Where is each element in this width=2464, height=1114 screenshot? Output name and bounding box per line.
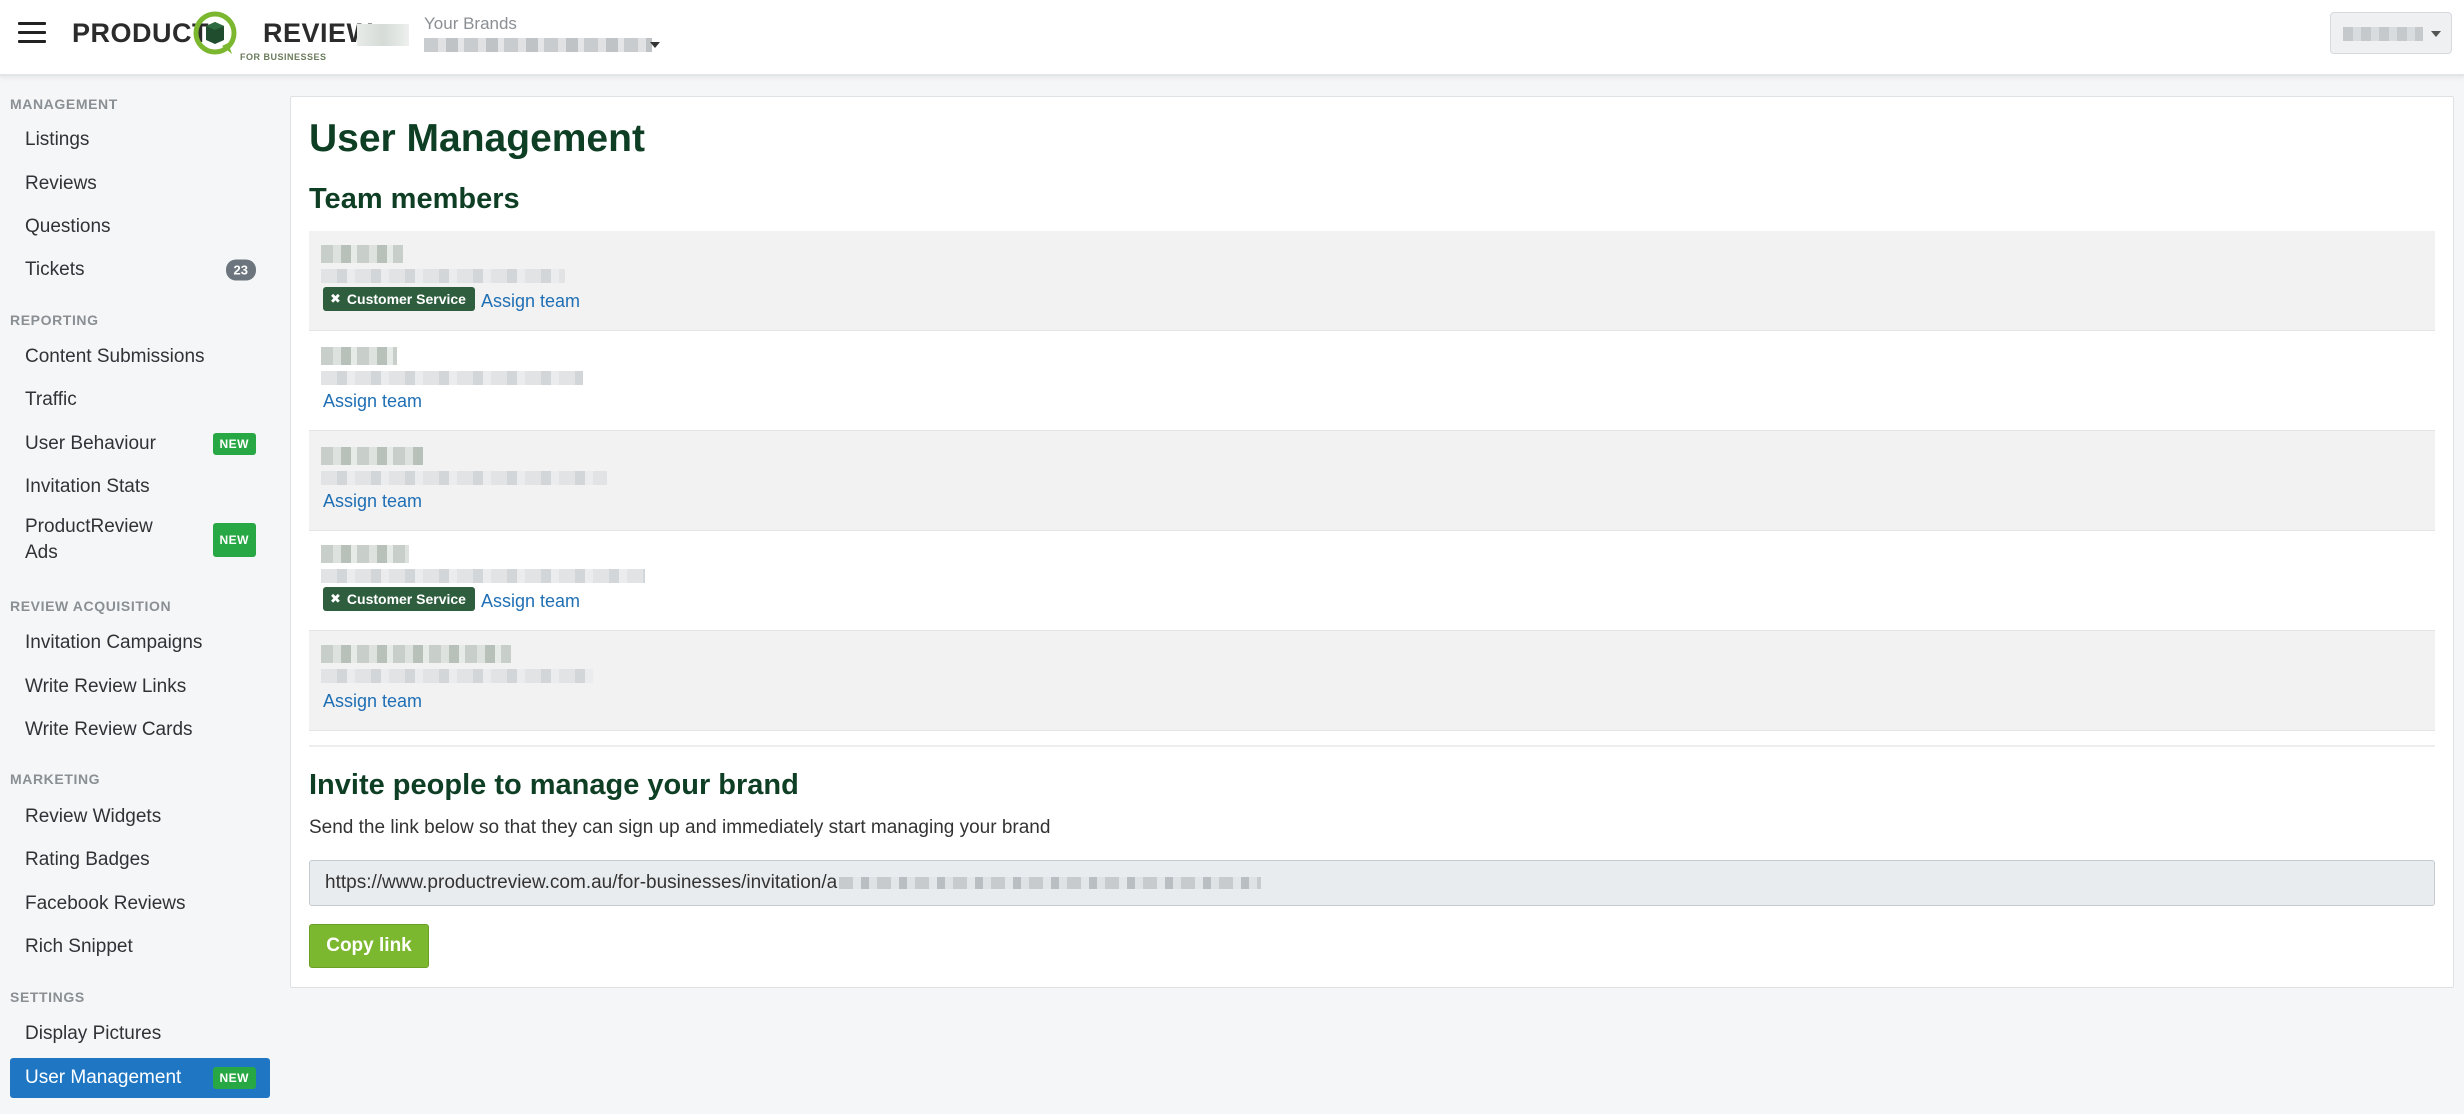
team-members-heading: Team members — [309, 183, 520, 215]
new-badge: NEW — [212, 523, 256, 557]
sidebar-item-label: User Behaviour — [25, 433, 156, 454]
member-email-blurred — [321, 569, 645, 583]
sidebar-item-reviews[interactable]: Reviews — [10, 164, 270, 204]
member-name-blurred — [321, 347, 397, 365]
brands-label: Your Brands — [424, 14, 517, 33]
member-email-blurred — [321, 269, 565, 283]
hamburger-menu-icon[interactable] — [18, 22, 46, 44]
sidebar-nav: MANAGEMENT Listings Reviews Questions Ti… — [0, 78, 280, 1114]
logo-subtitle: FOR BUSINESSES — [240, 52, 327, 62]
assign-team-link[interactable]: Assign team — [481, 291, 580, 312]
brand-thumbnail — [357, 24, 409, 46]
sidebar-item-content-submissions[interactable]: Content Submissions — [10, 337, 270, 377]
member-name-blurred — [321, 645, 511, 663]
sidebar-item-review-widgets[interactable]: Review Widgets — [10, 797, 270, 837]
sidebar-item-write-review-links[interactable]: Write Review Links — [10, 667, 270, 707]
copy-link-button[interactable]: Copy link — [309, 924, 429, 968]
member-name-blurred — [321, 545, 409, 563]
sidebar-item-label: ProductReview Ads — [25, 516, 153, 563]
sidebar-item-label: User Management — [25, 1067, 182, 1088]
team-tag-label: Customer Service — [346, 291, 466, 307]
team-tag-label: Customer Service — [346, 591, 466, 607]
sidebar-item-rich-snippet[interactable]: Rich Snippet — [10, 927, 270, 967]
sidebar-item-invitation-stats[interactable]: Invitation Stats — [10, 467, 270, 507]
member-name-blurred — [321, 447, 423, 465]
sidebar-item-listings[interactable]: Listings — [10, 120, 270, 160]
invitation-link-field[interactable] — [309, 860, 2435, 906]
sidebar-item-traffic[interactable]: Traffic — [10, 380, 270, 420]
section-management: MANAGEMENT — [10, 96, 118, 112]
list-item: ✖ Customer Service Assign team — [309, 231, 2435, 331]
user-account-menu[interactable] — [2330, 12, 2452, 54]
section-reporting: REPORTING — [10, 312, 99, 328]
sidebar-item-productreview-ads[interactable]: ProductReview Ads NEW — [10, 510, 270, 570]
assign-team-link[interactable]: Assign team — [323, 691, 422, 712]
section-settings: SETTINGS — [10, 989, 85, 1005]
page-title: User Management — [309, 117, 645, 160]
sidebar-item-write-review-cards[interactable]: Write Review Cards — [10, 710, 270, 750]
user-name-blurred — [2343, 27, 2423, 41]
sidebar-item-user-behaviour[interactable]: User Behaviour NEW — [10, 424, 270, 464]
assign-team-link[interactable]: Assign team — [481, 591, 580, 612]
section-review-acquisition: REVIEW ACQUISITION — [10, 598, 172, 614]
member-name-blurred — [321, 245, 403, 263]
tickets-count-badge: 23 — [225, 259, 256, 281]
caret-down-icon — [2431, 31, 2441, 37]
section-marketing: MARKETING — [10, 771, 101, 787]
team-tag[interactable]: ✖ Customer Service — [323, 587, 475, 611]
sidebar-item-tickets[interactable]: Tickets 23 — [10, 250, 270, 290]
member-email-blurred — [321, 471, 607, 485]
team-member-list: ✖ Customer Service Assign team Assign te… — [309, 231, 2435, 731]
remove-icon[interactable]: ✖ — [330, 591, 341, 607]
sidebar-item-facebook-reviews[interactable]: Facebook Reviews — [10, 884, 270, 924]
list-item: Assign team — [309, 631, 2435, 731]
assign-team-link[interactable]: Assign team — [323, 491, 422, 512]
top-header: PRODUCT REVIEW FOR BUSINESSES Your Brands — [0, 0, 2464, 76]
logo-mark-icon — [193, 11, 237, 55]
member-email-blurred — [321, 371, 583, 385]
sidebar-item-questions[interactable]: Questions — [10, 207, 270, 247]
new-badge: NEW — [212, 433, 256, 455]
brand-selector[interactable] — [424, 38, 652, 52]
list-item: Assign team — [309, 431, 2435, 531]
sidebar-item-invitation-campaigns[interactable]: Invitation Campaigns — [10, 623, 270, 663]
invite-description: Send the link below so that they can sig… — [309, 817, 1051, 838]
list-item: ✖ Customer Service Assign team — [309, 531, 2435, 631]
invite-heading: Invite people to manage your brand — [309, 769, 799, 801]
sidebar-item-label: Tickets — [25, 259, 85, 280]
caret-down-icon[interactable] — [650, 42, 660, 48]
remove-icon[interactable]: ✖ — [330, 291, 341, 307]
member-email-blurred — [321, 669, 593, 683]
assign-team-link[interactable]: Assign team — [323, 391, 422, 412]
main-panel: User Management Team members ✖ Customer … — [290, 96, 2454, 988]
team-tag[interactable]: ✖ Customer Service — [323, 287, 475, 311]
sidebar-item-display-pictures[interactable]: Display Pictures — [10, 1014, 270, 1054]
section-divider — [309, 745, 2435, 747]
list-item: Assign team — [309, 331, 2435, 431]
new-badge: NEW — [212, 1067, 256, 1089]
invitation-token-blurred — [839, 877, 1261, 889]
sidebar-item-user-management[interactable]: User Management NEW — [10, 1058, 270, 1098]
sidebar-item-rating-badges[interactable]: Rating Badges — [10, 840, 270, 880]
